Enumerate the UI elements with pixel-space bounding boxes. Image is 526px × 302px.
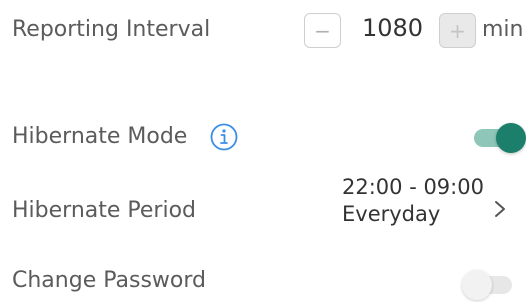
toggle-knob	[496, 123, 526, 153]
chevron-right-icon[interactable]	[493, 199, 507, 219]
reporting-interval-label: Reporting Interval	[12, 17, 211, 42]
reporting-interval-unit: min	[482, 17, 524, 42]
increment-button[interactable]: +	[439, 13, 476, 48]
toggle-knob	[462, 270, 492, 300]
change-password-toggle[interactable]	[462, 268, 514, 302]
hibernate-period-time[interactable]: 22:00 - 09:00	[342, 177, 484, 198]
info-icon[interactable]	[209, 122, 239, 152]
hibernate-period-days[interactable]: Everyday	[342, 204, 440, 225]
reporting-interval-value[interactable]: 1080	[362, 16, 423, 40]
hibernate-mode-toggle[interactable]	[474, 121, 526, 155]
hibernate-mode-label: Hibernate Mode	[12, 124, 188, 149]
decrement-button[interactable]: −	[304, 13, 341, 48]
hibernate-period-label: Hibernate Period	[12, 198, 196, 223]
change-password-label: Change Password	[12, 268, 206, 293]
